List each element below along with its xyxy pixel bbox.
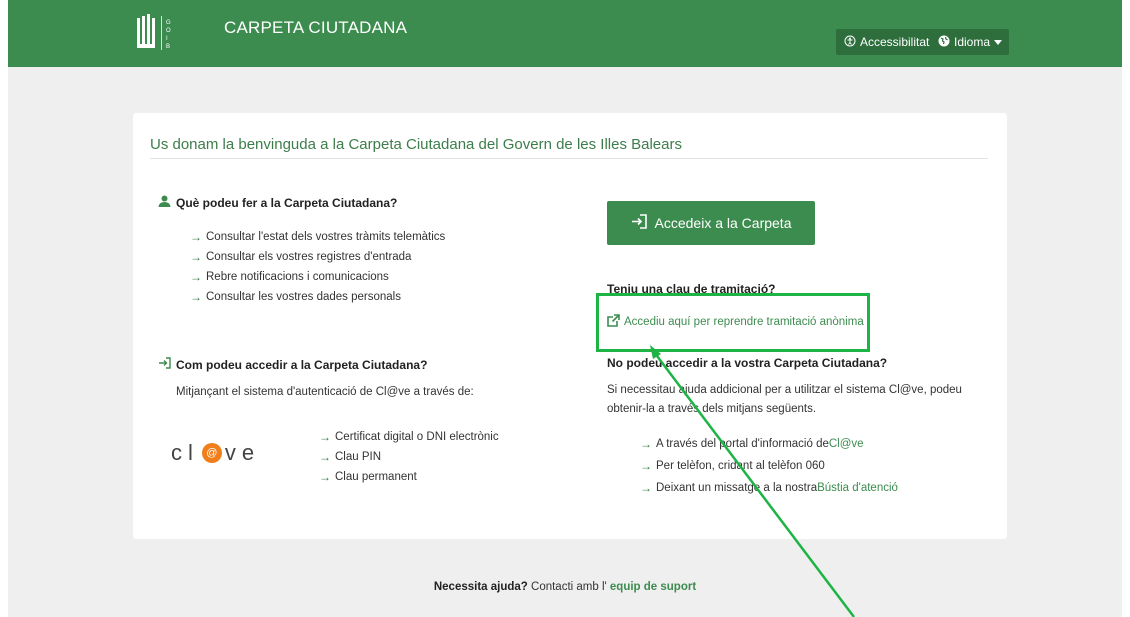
- svg-text:O: O: [166, 28, 171, 34]
- globe-icon: [938, 35, 950, 50]
- clave-methods-list: → Certificat digital o DNI electrònic → Cl…: [319, 427, 499, 487]
- clave-logo-at: @: [201, 443, 222, 463]
- arrow-right-icon: →: [319, 430, 331, 444]
- svg-text:I: I: [166, 36, 168, 42]
- divider: [150, 158, 988, 159]
- access-folder-button[interactable]: Accedeix a la Carpeta: [607, 201, 815, 245]
- list-item-text: Consultar els vostres registres d'entrad…: [206, 251, 412, 263]
- list-item: → A través del portal d'informació de Cl@…: [640, 433, 898, 455]
- list-item-text: Clau PIN: [335, 451, 382, 463]
- list-item-text: Consultar les vostres dades personals: [206, 291, 401, 303]
- noaccess-text-line-2: obtenir-la a través dels mitjans següent…: [607, 403, 817, 415]
- accessibility-icon: [844, 35, 856, 50]
- list-item: → Clau permanent: [319, 467, 499, 487]
- list-item-text: Clau permanent: [335, 471, 417, 483]
- arrow-right-icon: →: [640, 437, 652, 451]
- list-item: → Deixant un missatge a la nostra Bústia …: [640, 477, 898, 499]
- svg-text:B: B: [166, 44, 170, 50]
- arrow-right-icon: →: [640, 459, 652, 473]
- arrow-right-icon: →: [190, 230, 202, 244]
- help-option-1-text: A través del portal d'informació de: [656, 438, 829, 450]
- clave-portal-link[interactable]: Cl@ve: [829, 438, 864, 450]
- list-item-text: Certificat digital o DNI electrònic: [335, 431, 499, 443]
- arrow-right-icon: →: [190, 290, 202, 304]
- arrow-right-icon: →: [319, 470, 331, 484]
- how-heading-text: Com podeu accedir a la Carpeta Ciutadana…: [176, 357, 428, 372]
- accessibility-label: Accessibilitat: [860, 35, 930, 49]
- language-dropdown[interactable]: Idioma: [931, 29, 1010, 55]
- help-footer: Necessita ajuda? Contacti amb l' equip d…: [0, 581, 1130, 593]
- list-item: → Consultar l'estat dels vostres tràmits …: [190, 227, 445, 247]
- list-item: → Consultar els vostres registres d'entra…: [190, 247, 445, 267]
- user-icon: [158, 195, 171, 210]
- noaccess-heading: No podeu accedir a la vostra Carpeta Ciu…: [607, 356, 888, 370]
- arrow-right-icon: →: [640, 481, 652, 495]
- language-label: Idioma: [954, 35, 991, 49]
- caret-down-icon: [994, 35, 1003, 49]
- accessibility-button[interactable]: Accessibilitat: [836, 29, 938, 55]
- help-option-2-text: Per telèfon, cridant al telèfon 060: [656, 460, 825, 472]
- clave-logo-cl: cl: [171, 440, 199, 465]
- how-heading: Com podeu accedir a la Carpeta Ciutadana…: [158, 357, 427, 372]
- help-option-3-text: Deixant un missatge a la nostra: [656, 482, 818, 494]
- welcome-card: Us donam la benvinguda a la Carpeta Ciut…: [133, 113, 1007, 539]
- govern-logo[interactable]: G O I B: [137, 14, 189, 54]
- features-list: → Consultar l'estat dels vostres tràmits …: [190, 227, 445, 307]
- svg-text:G: G: [166, 20, 171, 26]
- what-heading-text: Què podeu fer a la Carpeta Ciutadana?: [176, 195, 398, 210]
- support-mailbox-link[interactable]: Bústia d'atenció: [817, 482, 898, 494]
- arrow-right-icon: →: [190, 270, 202, 284]
- list-item: → Consultar les vostres dades personals: [190, 287, 445, 307]
- list-item-text: Rebre notificacions i comunicacions: [206, 271, 389, 283]
- access-folder-label: Accedeix a la Carpeta: [654, 215, 792, 231]
- what-heading: Què podeu fer a la Carpeta Ciutadana?: [158, 195, 397, 210]
- list-item: → Clau PIN: [319, 447, 499, 467]
- list-item-text: Consultar l'estat dels vostres tràmits t…: [206, 231, 446, 243]
- list-item: → Per telèfon, cridant al telèfon 060: [640, 455, 898, 477]
- help-options-list: → A través del portal d'informació de Cl@…: [640, 433, 898, 499]
- list-item: → Rebre notificacions i comunicacions: [190, 267, 445, 287]
- arrow-right-icon: →: [190, 250, 202, 264]
- arrow-right-icon: →: [319, 450, 331, 464]
- annotation-highlight-box: [596, 293, 870, 352]
- clave-logo: cl @ ve: [171, 440, 260, 466]
- noaccess-text: Si necessitau ajuda addicional per a uti…: [607, 381, 962, 419]
- noaccess-text-line-1: Si necessitau ajuda addicional per a uti…: [607, 384, 962, 396]
- support-team-link[interactable]: equip de suport: [610, 581, 696, 593]
- clave-logo-ve: ve: [224, 440, 261, 465]
- sign-in-icon: [631, 214, 647, 232]
- list-item: → Certificat digital o DNI electrònic: [319, 427, 499, 447]
- sign-in-icon: [158, 357, 171, 372]
- app-title[interactable]: CARPETA CIUTADANA: [224, 18, 407, 38]
- how-text: Mitjançant el sistema d'autenticació de …: [176, 386, 474, 398]
- welcome-title: Us donam la benvinguda a la Carpeta Ciut…: [150, 136, 682, 153]
- footer-contact-text: Contacti amb l': [527, 581, 610, 593]
- footer-help-question: Necessita ajuda?: [433, 581, 528, 593]
